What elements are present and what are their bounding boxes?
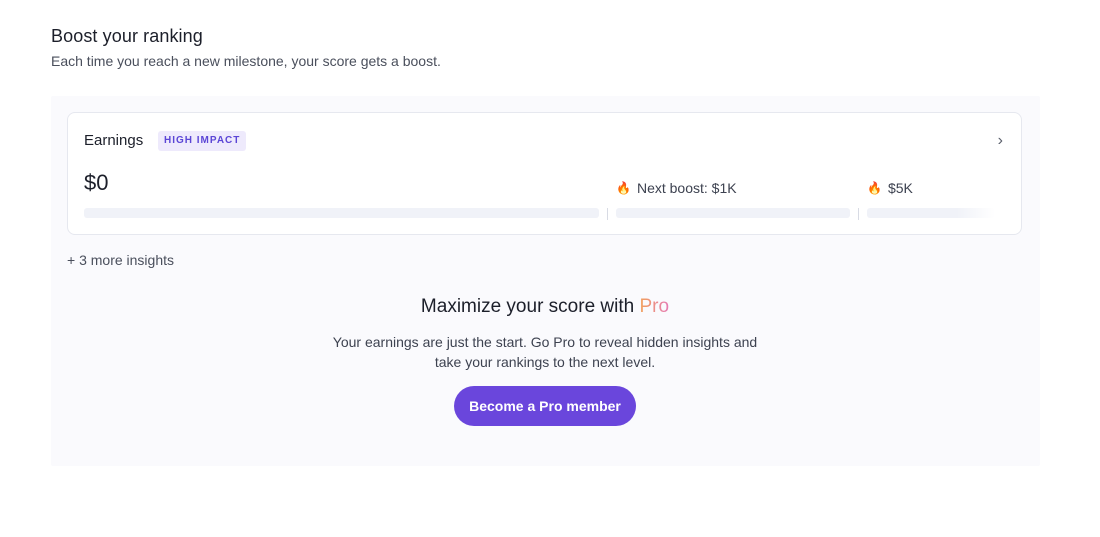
become-pro-button[interactable]: Become a Pro member [454, 386, 636, 426]
chevron-right-icon[interactable]: › [998, 133, 1003, 149]
card-title: Earnings [84, 132, 144, 149]
pro-highlight: Pro [639, 296, 670, 317]
impact-badge: HIGH IMPACT [158, 131, 247, 151]
milestone-tick [607, 208, 608, 220]
progress-segment-2 [616, 208, 850, 218]
section-title: Boost your ranking [51, 26, 203, 46]
milestone-next-boost: 🔥 Next boost: $1K [616, 180, 737, 196]
milestone-tick [858, 208, 859, 220]
progress-segment-1 [84, 208, 599, 218]
milestone-5k: 🔥 $5K [867, 180, 913, 196]
flame-icon: 🔥 [616, 181, 631, 195]
boost-ranking-page: Boost your ranking Each time you reach a… [0, 0, 1100, 537]
earnings-card[interactable]: Earnings HIGH IMPACT › $0 🔥 Next boost: … [67, 112, 1022, 235]
flame-icon: 🔥 [867, 181, 882, 195]
promo-description: Your earnings are just the start. Go Pro… [0, 332, 1090, 372]
more-insights-link[interactable]: + 3 more insights [67, 252, 174, 268]
promo-title-prefix: Maximize your score with [420, 296, 640, 317]
milestone-label: $5K [887, 180, 913, 196]
earnings-value: $0 [84, 170, 109, 195]
section-subtitle: Each time you reach a new milestone, you… [51, 53, 441, 69]
promo-line-1: Your earnings are just the start. Go Pro… [332, 334, 758, 350]
promo-line-2: take your rankings to the next level. [434, 354, 656, 370]
milestone-label: Next boost: $1K [636, 180, 737, 196]
progress-segment-3 [867, 208, 995, 218]
promo-title: Maximize your score with Pro [0, 296, 1090, 318]
